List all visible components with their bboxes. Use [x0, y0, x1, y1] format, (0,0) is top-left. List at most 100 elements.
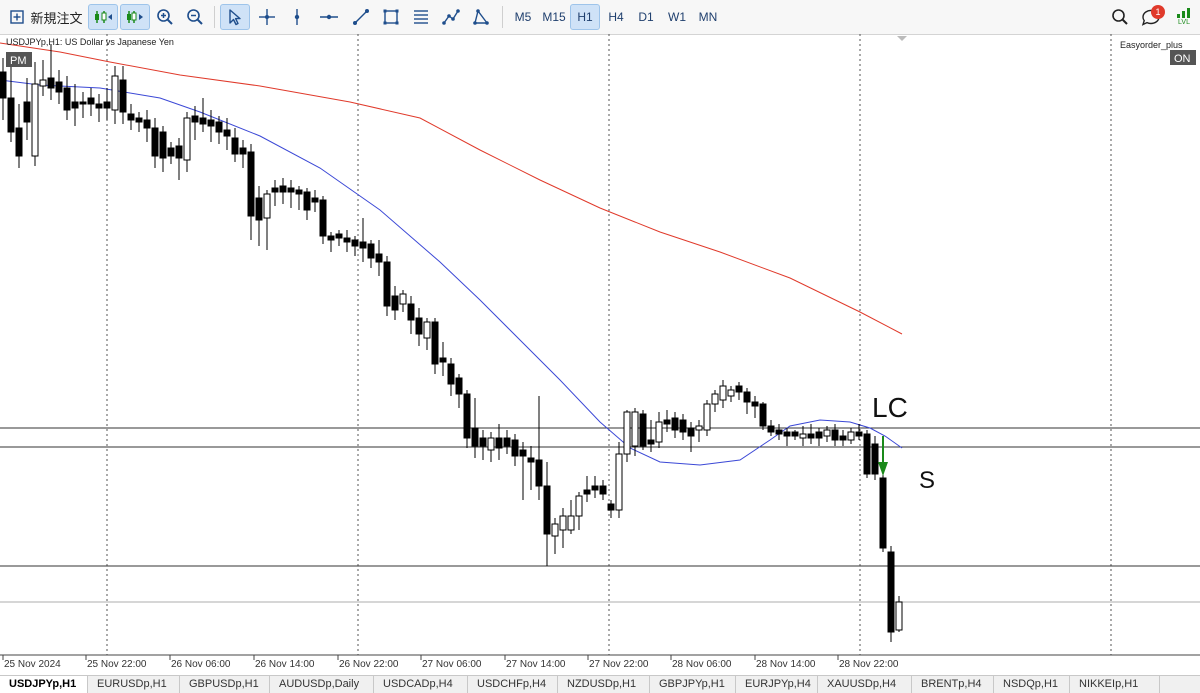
candle — [439, 342, 447, 376]
candle-body-bearish — [647, 439, 655, 445]
candle-body-bullish — [711, 393, 719, 405]
horizontal-line-tool-button[interactable] — [314, 4, 344, 30]
candle — [391, 286, 399, 320]
price-chart[interactable]: LC S USDJPYp,H1: US Dollar vs Japanese Y… — [0, 34, 1200, 674]
candle — [759, 402, 767, 430]
candle — [863, 430, 871, 478]
candle — [103, 88, 111, 120]
candle-body-bullish — [799, 433, 807, 439]
tab-eurusdp-h1[interactable]: EURUSDp,H1 — [88, 676, 180, 693]
cursor-tool-button[interactable] — [220, 4, 250, 30]
candle-body-bearish — [671, 417, 679, 431]
candle — [135, 112, 143, 132]
candle — [879, 474, 887, 552]
candle-body-bearish — [215, 121, 223, 133]
candle-body-bearish — [103, 101, 111, 109]
candle-body-bearish — [343, 237, 351, 243]
candle — [431, 318, 439, 374]
candle-body-bearish — [167, 147, 175, 157]
candle — [639, 410, 647, 450]
timeframe-w1[interactable]: W1 — [662, 4, 692, 30]
candle-body-bearish — [783, 431, 791, 437]
candle — [287, 180, 295, 208]
candle-body-bearish — [359, 241, 367, 249]
lvl-label: LVL — [1178, 19, 1190, 26]
channel-icon — [442, 9, 460, 25]
chart-tabs: USDJPYp,H1 EURUSDp,H1 GBPUSDp,H1 AUDUSDp… — [0, 675, 1200, 693]
candle-body-bearish — [439, 357, 447, 363]
candle-body-bearish — [319, 199, 327, 237]
rectangle-tool-button[interactable] — [378, 4, 404, 30]
candle — [543, 462, 551, 566]
horizontal-line-icon — [320, 14, 338, 20]
time-axis-label: 26 Nov 14:00 — [255, 659, 315, 670]
candle — [463, 390, 471, 448]
trendline-tool-button[interactable] — [348, 4, 374, 30]
candle — [95, 94, 103, 122]
candle — [311, 190, 319, 212]
candle-body-bearish — [95, 103, 103, 109]
tab-brentp-h4[interactable]: BRENTp,H4 — [912, 676, 994, 693]
tab-audusdp-daily[interactable]: AUDUSDp,Daily — [270, 676, 374, 693]
candle — [855, 424, 863, 440]
chart-shift-button[interactable] — [120, 4, 150, 30]
tab-usdcadp-h4[interactable]: USDCADp,H4 — [374, 676, 468, 693]
signals-button[interactable]: LVL — [1170, 4, 1198, 30]
new-order-button[interactable]: 新規注文 — [6, 4, 86, 30]
candle — [703, 400, 711, 436]
autoscroll-button[interactable] — [88, 4, 118, 30]
channel-tool-button[interactable] — [438, 4, 464, 30]
tab-nikkeip-h1[interactable]: NIKKEIp,H1 — [1070, 676, 1160, 693]
zoom-out-button[interactable] — [182, 4, 208, 30]
timeframe-m15[interactable]: M15 — [538, 4, 570, 30]
tab-usdchfp-h4[interactable]: USDCHFp,H4 — [468, 676, 558, 693]
candle-body-bearish — [663, 419, 671, 425]
timeframe-m5[interactable]: M5 — [508, 4, 538, 30]
crosshair-tool-button[interactable] — [254, 4, 280, 30]
tab-nzdusdp-h1[interactable]: NZDUSDp,H1 — [558, 676, 650, 693]
time-axis-label: 27 Nov 14:00 — [506, 659, 566, 670]
candle — [503, 430, 511, 454]
time-axis-label: 27 Nov 22:00 — [589, 659, 649, 670]
tab-nsdqp-h1[interactable]: NSDQp,H1 — [994, 676, 1070, 693]
shapes-tool-button[interactable] — [468, 4, 494, 30]
zoom-in-button[interactable] — [152, 4, 178, 30]
candle-body-bearish — [71, 101, 79, 109]
candle-body-bearish — [463, 393, 471, 439]
fast-moving-average-line — [0, 79, 903, 466]
timeframe-d1[interactable]: D1 — [631, 4, 661, 30]
annotation-s: S — [919, 467, 935, 494]
candle-body-bearish — [679, 419, 687, 433]
search-button[interactable] — [1108, 4, 1132, 30]
candle — [175, 138, 183, 180]
tab-eurjpyp-h4[interactable]: EURJPYp,H4 — [736, 676, 818, 693]
timeframe-mn[interactable]: MN — [693, 4, 723, 30]
candle-body-bearish — [471, 427, 479, 447]
candle-body-bearish — [271, 187, 279, 193]
fibonacci-tool-button[interactable] — [408, 4, 434, 30]
tab-usdjpyp-h1[interactable]: USDJPYp,H1 — [0, 676, 88, 693]
tab-gbpjpyp-h1[interactable]: GBPJPYp,H1 — [650, 676, 736, 693]
chart-shift-icon — [127, 11, 143, 23]
timeframe-h4[interactable]: H4 — [601, 4, 631, 30]
candle-body-bearish — [535, 459, 543, 487]
tab-xauusdp-h4[interactable]: XAUUSDp,H4 — [818, 676, 912, 693]
candle — [295, 186, 303, 210]
candle-body-bearish — [7, 97, 15, 133]
candle-body-bearish — [527, 457, 535, 463]
candle-body-bearish — [807, 433, 815, 439]
candle-body-bearish — [583, 489, 591, 495]
timeframe-h1[interactable]: H1 — [570, 4, 600, 30]
candle — [47, 44, 55, 100]
candle — [887, 546, 895, 642]
vertical-line-tool-button[interactable] — [284, 4, 310, 30]
tab-gbpusdp-h1[interactable]: GBPUSDp,H1 — [180, 676, 270, 693]
candle — [799, 426, 807, 446]
candle-body-bearish — [543, 485, 551, 535]
candle — [415, 308, 423, 346]
candle-body-bullish — [703, 403, 711, 431]
candle — [551, 518, 559, 554]
candle — [575, 492, 583, 530]
candle — [367, 240, 375, 268]
candle-body-bullish — [847, 431, 855, 441]
